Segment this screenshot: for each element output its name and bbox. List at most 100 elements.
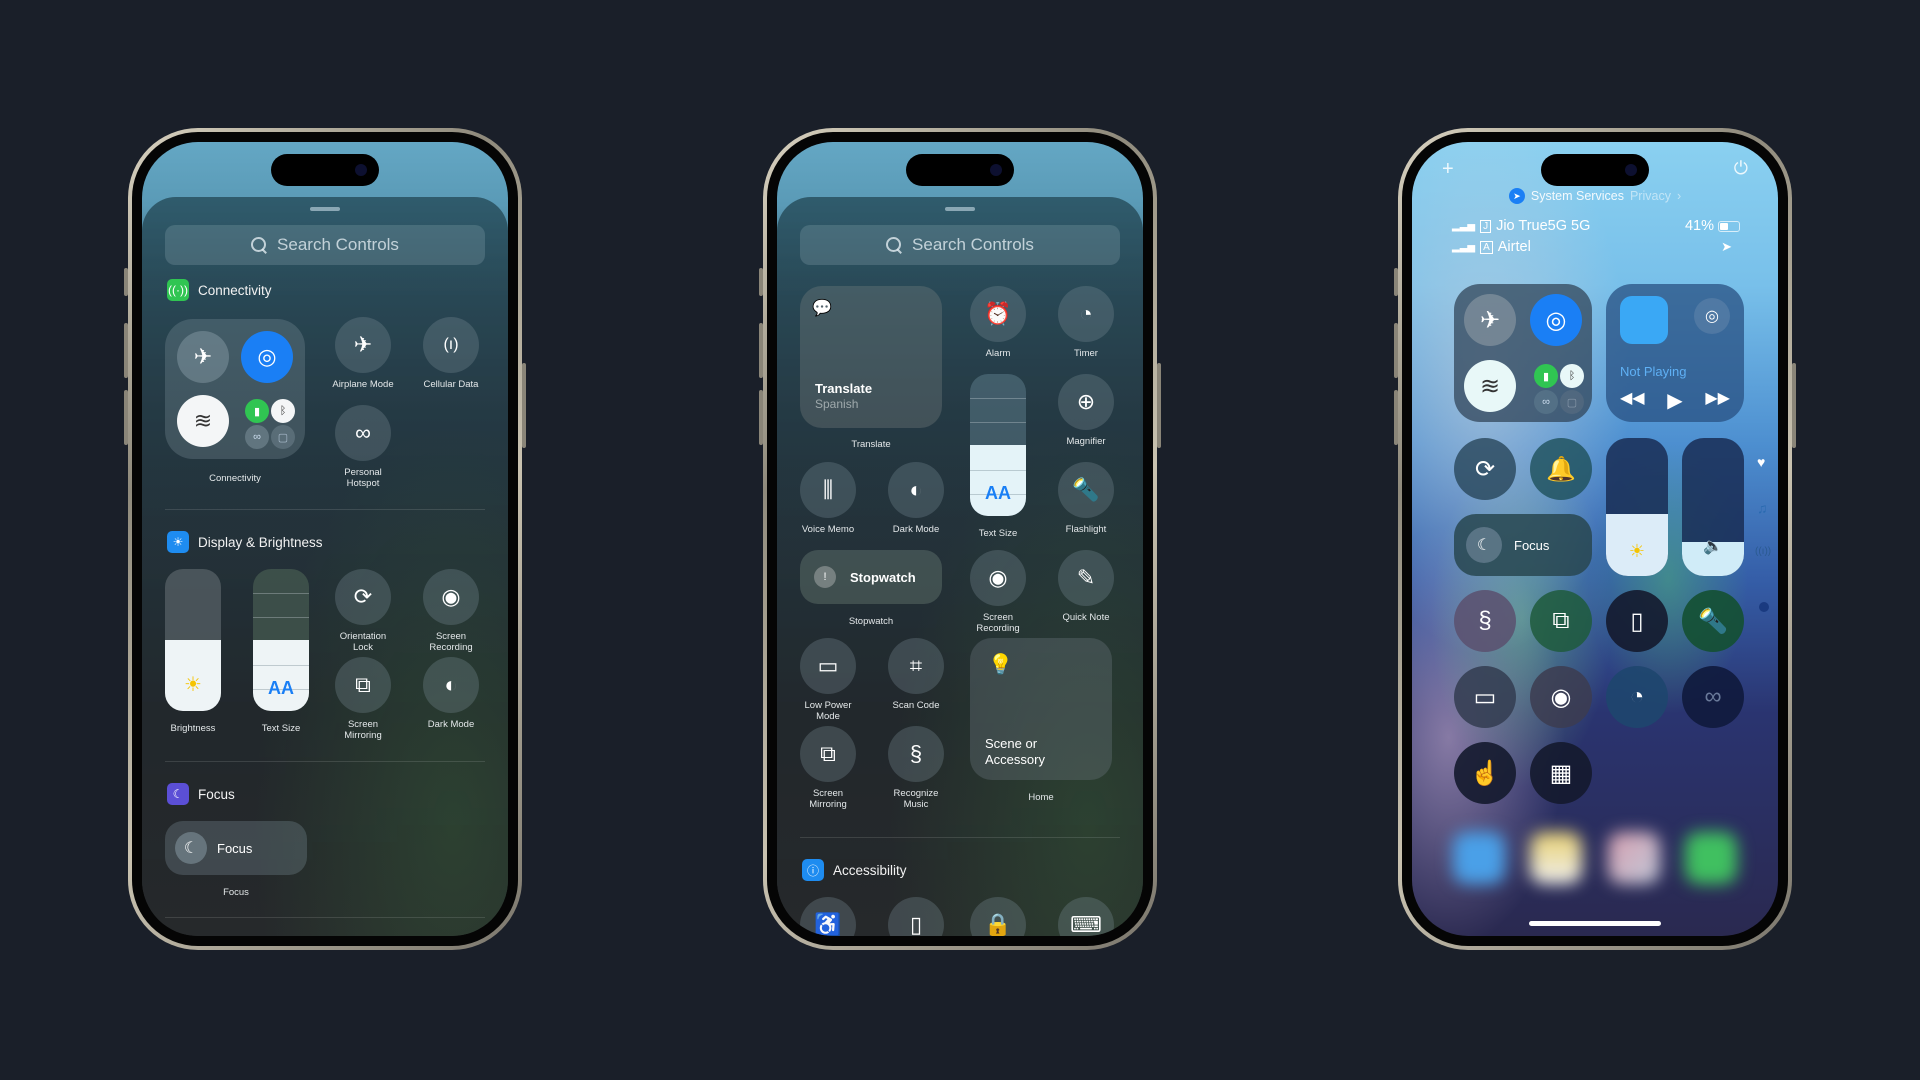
control-label: Dark Mode bbox=[892, 524, 940, 535]
hand-pointer-icon[interactable]: ☝ bbox=[1454, 742, 1516, 804]
translate-tile[interactable]: 💬 Translate Spanish bbox=[800, 286, 942, 428]
cellular-data-control[interactable]: (ı) Cellular Data bbox=[411, 317, 491, 390]
vpn-icon[interactable]: ▢ bbox=[271, 425, 295, 449]
brightness-slider[interactable]: ☀ bbox=[1606, 438, 1668, 576]
airdrop-icon[interactable]: ◎ bbox=[241, 331, 293, 383]
phone-mockup-right: + ⏻ ➤ System Services Privacy › ▂▃▅ J Ji… bbox=[1394, 128, 1796, 950]
cellular-icon[interactable]: ▮ bbox=[245, 399, 269, 423]
focus-tile[interactable]: ☾ Focus bbox=[1454, 514, 1592, 576]
guided-access-control[interactable]: 🔒 bbox=[958, 897, 1038, 936]
fast-forward-icon[interactable]: ▶▶ bbox=[1705, 388, 1730, 413]
low-power-mode-control[interactable]: ▭ Low Power Mode bbox=[788, 638, 868, 722]
timer-icon[interactable]: ◔ bbox=[1606, 666, 1668, 728]
scan-code-control[interactable]: ⌗ Scan Code bbox=[876, 638, 956, 711]
control-label: Flashlight bbox=[1065, 524, 1107, 535]
volume-slider[interactable]: 🔈 bbox=[1682, 438, 1744, 576]
play-icon[interactable]: ▶ bbox=[1667, 388, 1682, 413]
low-power-battery-icon[interactable]: ▭ bbox=[1454, 666, 1516, 728]
text-size-slider[interactable]: AA bbox=[970, 374, 1026, 516]
now-playing-panel[interactable]: ◎ Not Playing ◀◀ ▶ ▶▶ bbox=[1606, 284, 1744, 422]
translate-title: Translate bbox=[815, 381, 873, 396]
screen-mirroring-icon[interactable]: ⧉ bbox=[1530, 590, 1592, 652]
alarm-control[interactable]: ⏰ Alarm bbox=[958, 286, 1038, 359]
page-dot[interactable] bbox=[1759, 602, 1769, 612]
cellular-icon[interactable]: ▮ bbox=[1534, 364, 1558, 388]
control-label: Quick Note bbox=[1062, 612, 1110, 623]
power-icon[interactable]: ⏻ bbox=[1734, 158, 1748, 179]
screen-mirroring-icon: ⧉ bbox=[335, 657, 391, 713]
screen-record-icon[interactable]: ◉ bbox=[1530, 666, 1592, 728]
keyboard-control[interactable]: ⌨ bbox=[1046, 897, 1126, 936]
screen-mirroring-control[interactable]: ⧉ Screen Mirroring bbox=[323, 657, 403, 741]
location-banner[interactable]: ➤ System Services Privacy › bbox=[1412, 188, 1778, 204]
bluetooth-icon[interactable]: ᛒ bbox=[1560, 364, 1584, 388]
airplane-mode-icon[interactable]: ✈ bbox=[177, 331, 229, 383]
volume-down-button bbox=[124, 390, 128, 445]
screen-recording-control[interactable]: ◉ Screen Recording bbox=[411, 569, 491, 653]
airplane-mode-icon[interactable]: ✈ bbox=[1464, 294, 1516, 346]
calculator-icon[interactable]: ▦ bbox=[1530, 742, 1592, 804]
dark-mode-control[interactable]: ◐ Dark Mode bbox=[876, 462, 956, 535]
privacy-link[interactable]: Privacy bbox=[1630, 189, 1671, 203]
dark-mode-control[interactable]: ◐ Dark Mode bbox=[411, 657, 491, 730]
orientation-lock-icon[interactable]: ⟳ bbox=[1454, 438, 1516, 500]
bell-icon[interactable]: 🔔 bbox=[1530, 438, 1592, 500]
bluetooth-icon[interactable]: ᛒ bbox=[271, 399, 295, 423]
shazam-icon[interactable]: § bbox=[1454, 590, 1516, 652]
wifi-icon[interactable]: ≋ bbox=[1464, 360, 1516, 412]
control-label: Airplane Mode bbox=[332, 379, 394, 390]
section-header-accessibility: ⓘ Accessibility bbox=[802, 859, 907, 881]
add-icon[interactable]: + bbox=[1442, 158, 1454, 181]
sheet-grabber[interactable] bbox=[945, 207, 975, 211]
dynamic-island bbox=[906, 154, 1014, 186]
airdrop-icon[interactable]: ◎ bbox=[1530, 294, 1582, 346]
music-note-icon[interactable]: ♫ bbox=[1757, 500, 1768, 516]
volume-up-button bbox=[124, 323, 128, 378]
rotation-lock-icon: ⟳ bbox=[335, 569, 391, 625]
stopwatch-tile[interactable]: ! Stopwatch bbox=[800, 550, 942, 604]
location-arrow-icon: ➤ bbox=[1508, 188, 1525, 204]
accessibility-shortcut-control[interactable]: ♿ bbox=[788, 897, 868, 936]
flashlight-control[interactable]: 🔦 Flashlight bbox=[1046, 462, 1126, 535]
voice-memo-control[interactable]: ⫼ Voice Memo bbox=[788, 462, 868, 535]
magnifier-control[interactable]: ⊕ Magnifier bbox=[1046, 374, 1126, 447]
rewind-icon[interactable]: ◀◀ bbox=[1620, 388, 1645, 413]
search-controls-field[interactable]: Search Controls bbox=[800, 225, 1120, 265]
quick-note-control[interactable]: ✎ Quick Note bbox=[1046, 550, 1126, 623]
timer-control[interactable]: ◔ Timer bbox=[1046, 286, 1126, 359]
signal-icon: ▂▃▅ bbox=[1452, 241, 1476, 253]
airplay-icon[interactable]: ◎ bbox=[1694, 298, 1730, 334]
wifi-icon[interactable]: ≋ bbox=[177, 395, 229, 447]
screen-recording-control[interactable]: ◉ Screen Recording bbox=[958, 550, 1038, 634]
hotspot-link-icon[interactable]: ∞ bbox=[1682, 666, 1744, 728]
text-size-slider[interactable]: AA bbox=[253, 569, 309, 711]
home-indicator[interactable] bbox=[1529, 921, 1661, 926]
remote-icon[interactable]: ▯ bbox=[1606, 590, 1668, 652]
screen-mirroring-control[interactable]: ⧉ Screen Mirroring bbox=[788, 726, 868, 810]
recognize-music-control[interactable]: § Recognize Music bbox=[876, 726, 956, 810]
person-icon: ♿ bbox=[800, 897, 856, 936]
personal-hotspot-control[interactable]: ∞ Personal Hotspot bbox=[323, 405, 403, 489]
magnifier-icon: ⊕ bbox=[1058, 374, 1114, 430]
focus-tile[interactable]: ☾ Focus bbox=[165, 821, 307, 875]
hotspot-link-icon[interactable]: ∞ bbox=[245, 425, 269, 449]
focus-tile-title: Focus bbox=[217, 840, 253, 856]
waveform-icon: ⫼ bbox=[800, 462, 856, 518]
stopwatch-icon: ! bbox=[814, 566, 836, 588]
connectivity-group-tile[interactable]: ✈ ◎ ≋ ▮ ᛒ ∞ ▢ bbox=[165, 319, 305, 459]
heart-icon[interactable]: ♥ bbox=[1757, 454, 1765, 470]
section-title: Connectivity bbox=[198, 282, 272, 298]
brightness-slider[interactable]: ☀ bbox=[165, 569, 221, 711]
orientation-lock-control[interactable]: ⟳ Orientation Lock bbox=[323, 569, 403, 653]
vpn-icon[interactable]: ▢ bbox=[1560, 390, 1584, 414]
home-scene-tile[interactable]: 💡 Scene or Accessory bbox=[970, 638, 1112, 780]
slider-tick bbox=[970, 398, 1026, 399]
hotspot-link-icon[interactable]: ∞ bbox=[1534, 390, 1558, 414]
airplane-mode-control[interactable]: ✈ Airplane Mode bbox=[323, 317, 403, 390]
connectivity-panel[interactable]: ✈ ◎ ≋ ▮ ᛒ ∞ ▢ bbox=[1454, 284, 1592, 422]
search-controls-field[interactable]: Search Controls bbox=[165, 225, 485, 265]
sheet-grabber[interactable] bbox=[310, 207, 340, 211]
flashlight-icon[interactable]: 🔦 bbox=[1682, 590, 1744, 652]
antenna-icon[interactable]: ((ı)) bbox=[1755, 546, 1771, 557]
remote-control[interactable]: ▯ bbox=[876, 897, 956, 936]
